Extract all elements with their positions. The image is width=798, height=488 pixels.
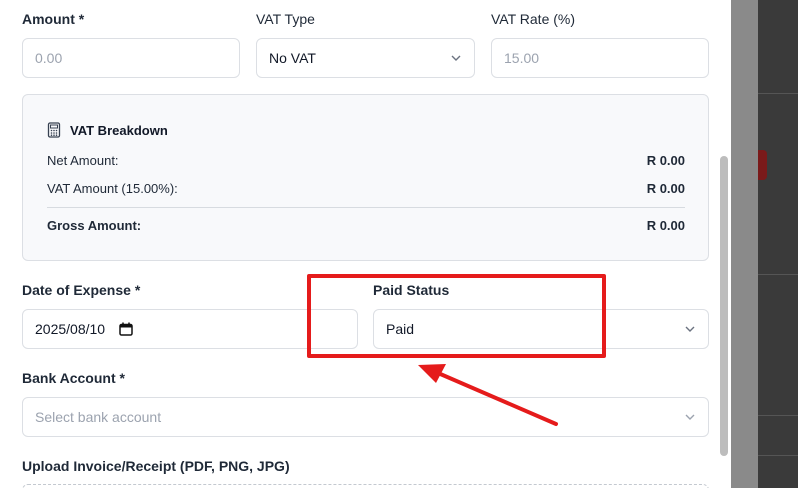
vat-type-value: No VAT <box>269 50 316 66</box>
vat-breakdown-panel: VAT Breakdown Net Amount: R 0.00 VAT Amo… <box>22 94 709 261</box>
backdrop-divider <box>758 455 798 456</box>
net-amount-row: Net Amount: R 0.00 <box>47 153 685 168</box>
chevron-down-icon <box>451 55 461 61</box>
date-of-expense-input[interactable]: 2025/08/10 <box>22 309 358 349</box>
modal-backdrop <box>731 0 798 488</box>
bank-account-label: Bank Account * <box>22 370 125 386</box>
bank-account-select[interactable]: Select bank account <box>22 397 709 437</box>
date-of-expense-value: 2025/08/10 <box>35 321 106 337</box>
gross-amount-value: R 0.00 <box>646 218 685 233</box>
vat-type-label: VAT Type <box>256 11 315 27</box>
net-amount-label: Net Amount: <box>47 153 119 168</box>
upload-dropzone[interactable] <box>22 484 709 488</box>
chevron-down-icon <box>685 326 695 332</box>
backdrop-divider <box>758 415 798 416</box>
paid-status-select[interactable]: Paid <box>373 309 709 349</box>
bank-account-placeholder: Select bank account <box>35 409 162 425</box>
gross-amount-row: Gross Amount: R 0.00 <box>47 218 685 233</box>
vat-amount-value: R 0.00 <box>646 181 685 196</box>
vat-breakdown-title-text: VAT Breakdown <box>70 122 168 138</box>
vat-amount-label: VAT Amount (15.00%): <box>47 181 178 196</box>
calendar-icon[interactable] <box>119 322 133 336</box>
breakdown-divider <box>47 207 685 208</box>
backdrop-strip <box>731 0 758 488</box>
backdrop-divider <box>758 93 798 94</box>
upload-label: Upload Invoice/Receipt (PDF, PNG, JPG) <box>22 458 290 474</box>
vat-type-select[interactable]: No VAT <box>256 38 475 78</box>
calculator-icon <box>47 122 61 138</box>
amount-input[interactable]: 0.00 <box>22 38 240 78</box>
net-amount-value: R 0.00 <box>646 153 685 168</box>
date-of-expense-label: Date of Expense * <box>22 282 141 298</box>
vat-rate-label: VAT Rate (%) <box>491 11 576 27</box>
paid-status-label: Paid Status <box>373 282 450 298</box>
amount-placeholder: 0.00 <box>35 50 63 66</box>
scrollbar-thumb[interactable] <box>720 156 728 456</box>
vat-breakdown-title: VAT Breakdown <box>47 122 168 138</box>
vat-amount-row: VAT Amount (15.00%): R 0.00 <box>47 181 685 196</box>
paid-status-value: Paid <box>386 321 415 337</box>
chevron-down-icon <box>685 414 695 420</box>
vat-rate-placeholder: 15.00 <box>504 50 540 66</box>
vat-rate-input[interactable]: 15.00 <box>491 38 709 78</box>
expense-modal: Amount * 0.00 VAT Type No VAT VAT Rate (… <box>0 0 731 488</box>
gross-amount-label: Gross Amount: <box>47 218 142 233</box>
backdrop-red-element <box>758 150 767 180</box>
amount-label: Amount * <box>22 11 85 27</box>
backdrop-divider <box>758 274 798 275</box>
